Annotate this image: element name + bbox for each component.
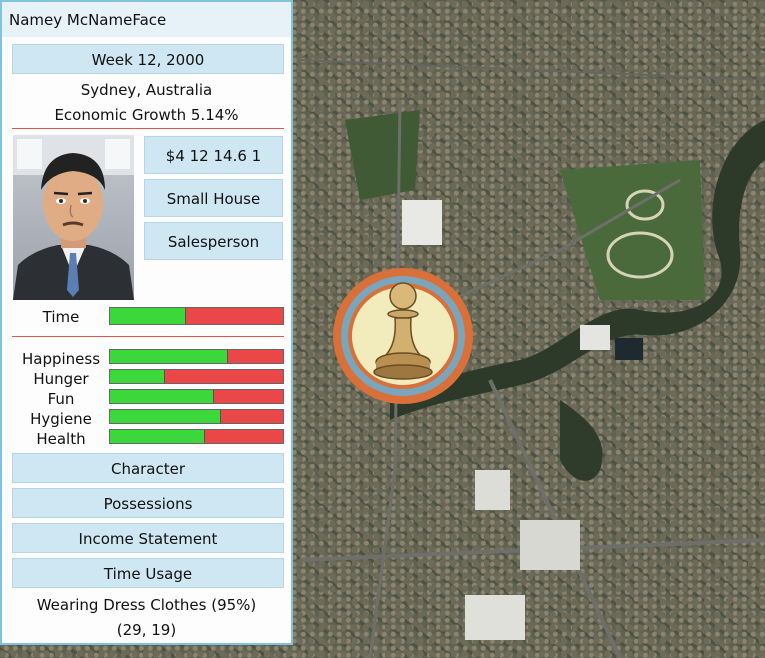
job-button[interactable]: Salesperson: [144, 222, 283, 260]
divider: [12, 128, 284, 129]
stat-bar-health: [109, 429, 284, 444]
building: [475, 470, 510, 510]
avatar-portrait: [13, 135, 134, 300]
river-branch: [560, 400, 603, 481]
home-button[interactable]: Small House: [144, 179, 283, 217]
stat-label-fun: Fun: [47, 390, 75, 408]
stat-bar-happiness: [109, 349, 284, 364]
stat-label-health: Health: [36, 430, 86, 448]
avatar[interactable]: [13, 135, 134, 300]
pawn-icon: [333, 268, 473, 404]
stat-bar-fill: [110, 370, 166, 383]
stat-bar-fill: [110, 410, 221, 423]
income-statement-label: Income Statement: [78, 530, 218, 548]
building: [580, 325, 610, 350]
park: [345, 110, 420, 200]
stat-label-hygiene: Hygiene: [30, 410, 92, 428]
stat-bar-fill: [110, 350, 228, 363]
time-usage-button[interactable]: Time Usage: [12, 558, 284, 588]
time-bar: [109, 307, 284, 325]
building: [402, 200, 442, 245]
character-label: Character: [110, 460, 186, 478]
income-statement-button[interactable]: Income Statement: [12, 523, 284, 553]
park: [560, 160, 705, 300]
stat-bar-fill: [110, 430, 206, 443]
money-button[interactable]: $4 12 14.6 1: [144, 136, 283, 174]
stat-label-happiness: Happiness: [21, 350, 101, 368]
clothing-status: Wearing Dress Clothes (95%): [36, 596, 257, 614]
building: [520, 520, 580, 570]
possessions-button[interactable]: Possessions: [12, 488, 284, 518]
map-coordinates: (29, 19): [116, 621, 177, 639]
road: [299, 59, 765, 81]
building: [465, 595, 525, 640]
week-button[interactable]: Week 12, 2000: [12, 44, 284, 74]
divider: [12, 336, 284, 337]
player-panel: Namey McNameFace Week 12, 2000 Sydney, A…: [0, 0, 293, 645]
player-name: Namey McNameFace: [2, 2, 291, 37]
time-label: Time: [42, 308, 80, 326]
money-value: $4 12 14.6 1: [165, 147, 262, 165]
possessions-label: Possessions: [103, 495, 193, 513]
growth-text: Economic Growth 5.14%: [54, 106, 239, 124]
stat-bar-hygiene: [109, 409, 284, 424]
player-marker[interactable]: [331, 266, 475, 406]
stat-bar-fun: [109, 389, 284, 404]
job-label: Salesperson: [167, 233, 260, 251]
stat-bar-fill: [110, 390, 214, 403]
character-button[interactable]: Character: [12, 453, 284, 483]
time-bar-fill: [110, 308, 187, 324]
home-label: Small House: [166, 190, 261, 208]
building: [615, 338, 643, 360]
stat-bar-hunger: [109, 369, 284, 384]
location-text: Sydney, Australia: [80, 81, 213, 99]
stat-label-hunger: Hunger: [33, 370, 89, 388]
time-usage-label: Time Usage: [103, 565, 193, 583]
week-label: Week 12, 2000: [91, 51, 205, 69]
